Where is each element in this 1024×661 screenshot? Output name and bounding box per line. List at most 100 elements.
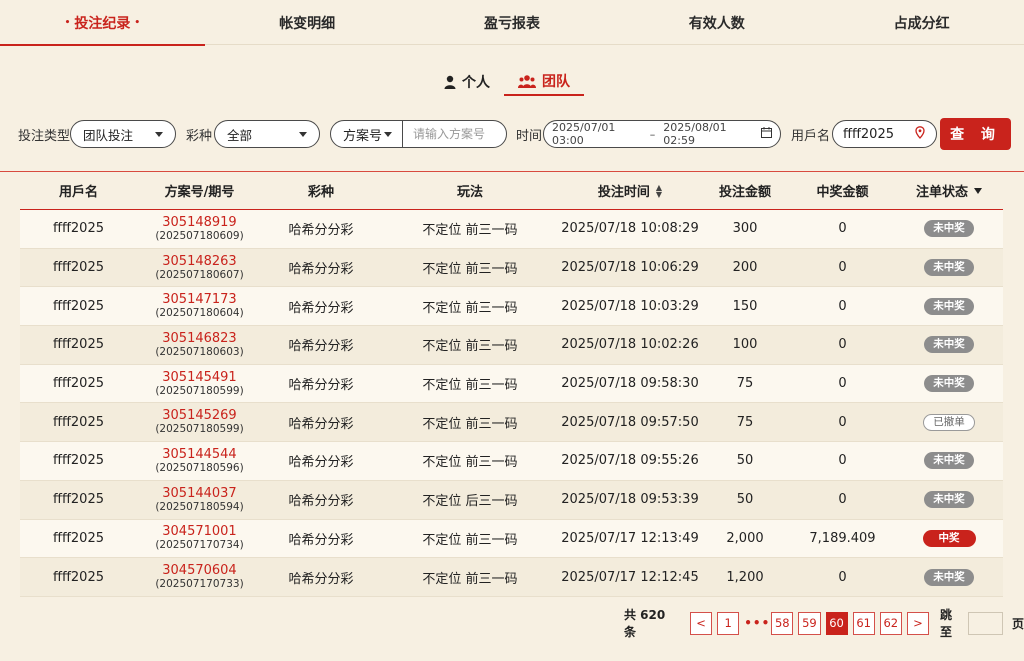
prev-page-button[interactable]: < bbox=[690, 611, 713, 635]
username-label: 用戶名 bbox=[791, 129, 831, 144]
total-count: 共 620 条 bbox=[624, 608, 666, 639]
cell-lottery: 哈希分分彩 bbox=[288, 494, 354, 510]
page-button[interactable]: 62 bbox=[879, 611, 902, 635]
next-page-button[interactable]: > bbox=[906, 611, 929, 635]
calendar-icon bbox=[761, 127, 772, 141]
cell-bet-time: 2025/07/18 10:06:29 bbox=[561, 260, 699, 276]
bet-type-select[interactable]: 团队投注 bbox=[70, 120, 176, 148]
cell-lottery: 哈希分分彩 bbox=[288, 571, 354, 587]
plan-number-link[interactable]: 305148919 bbox=[162, 215, 236, 230]
table-row: ffff2025 305144037 (202507180594) 哈希分分彩 不定位 … bbox=[20, 480, 1003, 520]
sort-icon[interactable]: ▲ ▼ bbox=[656, 183, 662, 198]
period-number: (202507180604) bbox=[155, 307, 244, 320]
cell-win-amount: 0 bbox=[838, 298, 847, 314]
col-plan-period: 方案号/期号 bbox=[164, 185, 235, 200]
table-body: ffff2025 305148919 (202507180609) 哈希分分彩 不定位 … bbox=[20, 210, 1003, 597]
cell-status: 未中奖 bbox=[895, 220, 1003, 238]
col-play-method: 玩法 bbox=[456, 185, 483, 200]
tab-account-changes[interactable]: 帐变明细 bbox=[205, 0, 410, 45]
cell-bet-time: 2025/07/18 09:58:30 bbox=[561, 376, 699, 392]
bet-type-label: 投注类型 bbox=[18, 129, 71, 144]
cell-plan-period: 305145269 (202507180599) bbox=[137, 409, 262, 436]
cell-plan-period: 305146823 (202507180603) bbox=[137, 331, 262, 358]
status-badge: 未中奖 bbox=[924, 297, 974, 315]
cell-lottery: 哈希分分彩 bbox=[288, 223, 354, 239]
cell-status: 未中奖 bbox=[895, 452, 1003, 470]
status-badge: 未中奖 bbox=[924, 336, 974, 354]
plan-number-link[interactable]: 304571001 bbox=[162, 525, 236, 539]
page-button-first[interactable]: 1 bbox=[717, 611, 740, 635]
lottery-label: 彩种 bbox=[186, 129, 213, 144]
page-button-current[interactable]: 60 bbox=[825, 611, 848, 635]
page-button[interactable]: 58 bbox=[771, 611, 794, 635]
tab-share-dividend[interactable]: 占成分红 bbox=[819, 0, 1024, 45]
time-label: 时间 bbox=[516, 129, 543, 144]
plan-number-link[interactable]: 305146823 bbox=[162, 331, 236, 346]
col-status[interactable]: 注单状态 bbox=[895, 181, 1003, 200]
cell-lottery: 哈希分分彩 bbox=[288, 262, 354, 278]
plan-number-link[interactable]: 305148263 bbox=[162, 254, 236, 269]
plan-number-link[interactable]: 305145269 bbox=[162, 409, 236, 423]
plan-number-link[interactable]: 305147173 bbox=[162, 293, 236, 307]
cell-win-amount: 0 bbox=[838, 414, 847, 430]
cell-username: ffff2025 bbox=[53, 569, 104, 585]
period-number: (202507180599) bbox=[155, 384, 244, 397]
query-button[interactable]: 查 询 bbox=[940, 118, 1011, 150]
col-username: 用戶名 bbox=[58, 185, 98, 200]
username-input[interactable] bbox=[843, 126, 915, 142]
cell-play-method: 不定位 前三一码 bbox=[422, 223, 518, 239]
plan-number-input[interactable] bbox=[403, 121, 503, 147]
cell-lottery: 哈希分分彩 bbox=[288, 455, 354, 471]
cell-win-amount: 0 bbox=[838, 260, 847, 276]
plan-type-select[interactable]: 方案号 bbox=[331, 121, 403, 147]
tab-label: 盈亏报表 bbox=[483, 15, 540, 32]
team-toggle[interactable]: 团队 bbox=[504, 68, 584, 96]
cell-plan-period: 304571001 (202507170734) bbox=[137, 525, 262, 552]
col-bet-time[interactable]: 投注时间 ▲ ▼ bbox=[560, 181, 700, 200]
plan-number-link[interactable]: 305144544 bbox=[162, 447, 236, 462]
table-row: ffff2025 305148263 (202507180607) 哈希分分彩 不定位 … bbox=[20, 248, 1003, 288]
location-pin-icon[interactable] bbox=[915, 125, 925, 143]
cell-username: ffff2025 bbox=[53, 414, 104, 430]
table-row: ffff2025 305148919 (202507180609) 哈希分分彩 不定位 … bbox=[20, 210, 1003, 249]
cell-win-amount: 0 bbox=[838, 453, 847, 469]
personal-toggle[interactable]: 个人 bbox=[430, 68, 504, 96]
plan-number-link[interactable]: 305144037 bbox=[162, 486, 236, 501]
tab-profit-loss-report[interactable]: 盈亏报表 bbox=[410, 0, 615, 45]
cell-bet-amount: 1,200 bbox=[726, 569, 764, 585]
cell-play-method: 不定位 前三一码 bbox=[422, 571, 518, 587]
cell-play-method: 不定位 前三一码 bbox=[422, 455, 518, 471]
cell-bet-time: 2025/07/17 12:12:45 bbox=[561, 569, 699, 585]
cell-play-method: 不定位 前三一码 bbox=[422, 262, 518, 278]
table-row: ffff2025 304570604 (202507170733) 哈希分分彩 不定位 … bbox=[20, 558, 1003, 597]
tab-label: 占成分红 bbox=[893, 15, 950, 32]
date-range-picker[interactable]: 2025/07/01 03:00 – 2025/08/01 02:59 bbox=[543, 120, 781, 148]
status-badge: 未中奖 bbox=[924, 452, 974, 470]
cell-win-amount: 7,189.409 bbox=[809, 530, 876, 546]
lottery-select[interactable]: 全部 bbox=[214, 120, 320, 148]
filter-icon[interactable] bbox=[974, 187, 982, 194]
cell-bet-amount: 300 bbox=[732, 221, 758, 237]
cell-bet-time: 2025/07/18 10:02:26 bbox=[561, 337, 699, 353]
page-button[interactable]: 61 bbox=[852, 611, 875, 635]
cell-win-amount: 0 bbox=[838, 337, 847, 353]
cell-status: 未中奖 bbox=[895, 259, 1003, 277]
tab-active-users[interactable]: 有效人数 bbox=[614, 0, 819, 45]
cell-lottery: 哈希分分彩 bbox=[288, 532, 354, 548]
ellipsis: ••• bbox=[744, 616, 771, 630]
cell-plan-period: 305144544 (202507180596) bbox=[137, 447, 262, 474]
tab-label: 帐变明细 bbox=[279, 15, 336, 32]
top-tabs: • 投注纪录 • 帐变明细 盈亏报表 有效人数 占成分红 bbox=[0, 0, 1024, 46]
tab-bet-records[interactable]: • 投注纪录 • bbox=[0, 0, 205, 46]
cell-bet-amount: 2,000 bbox=[726, 530, 764, 546]
plan-number-link[interactable]: 304570604 bbox=[162, 564, 236, 578]
cell-bet-amount: 75 bbox=[736, 376, 754, 392]
page-button[interactable]: 59 bbox=[798, 611, 821, 635]
col-lottery: 彩种 bbox=[307, 185, 334, 200]
chevron-down-icon bbox=[299, 132, 307, 137]
period-number: (202507180609) bbox=[155, 229, 244, 242]
jump-page-input[interactable] bbox=[968, 611, 1004, 635]
plan-number-link[interactable]: 305145491 bbox=[162, 370, 236, 385]
cell-bet-time: 2025/07/17 12:13:49 bbox=[561, 530, 699, 546]
cell-win-amount: 0 bbox=[838, 376, 847, 392]
